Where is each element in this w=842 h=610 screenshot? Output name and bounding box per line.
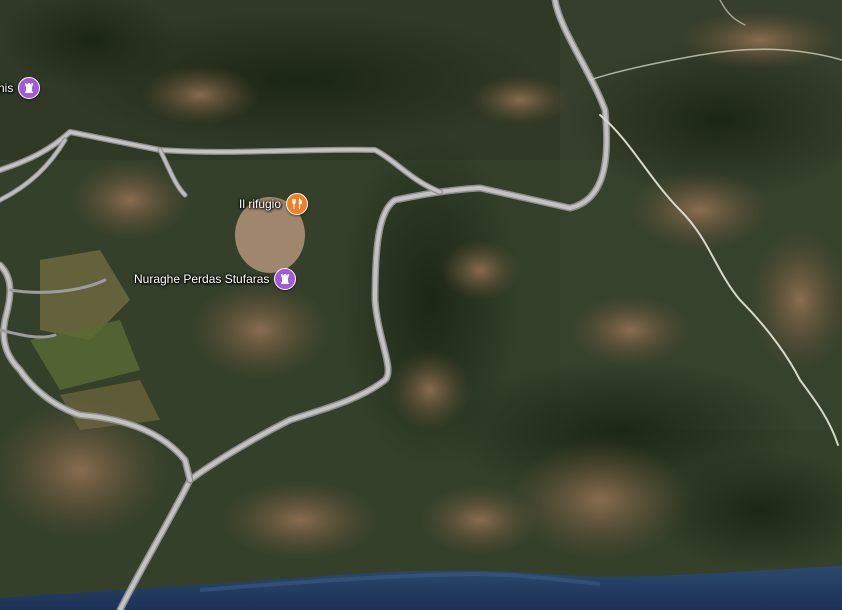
poi-label: Il rifugio	[239, 197, 282, 211]
poi-label: nis	[0, 81, 14, 95]
poi-nuraghe-perdas-stufaras[interactable]: Nuraghe Perdas Stufaras	[134, 268, 297, 290]
restaurant-icon	[286, 193, 309, 215]
satellite-imagery	[0, 0, 842, 610]
poi-il-rifugio[interactable]: Il rifugio	[239, 193, 309, 215]
poi-label: Nuraghe Perdas Stufaras	[134, 272, 270, 286]
satellite-map[interactable]: nis Il rifugio Nuraghe Perdas Stufaras	[0, 0, 842, 610]
monument-icon	[18, 77, 41, 99]
monument-icon	[274, 268, 297, 290]
poi-partial-monument[interactable]: nis	[0, 77, 41, 99]
